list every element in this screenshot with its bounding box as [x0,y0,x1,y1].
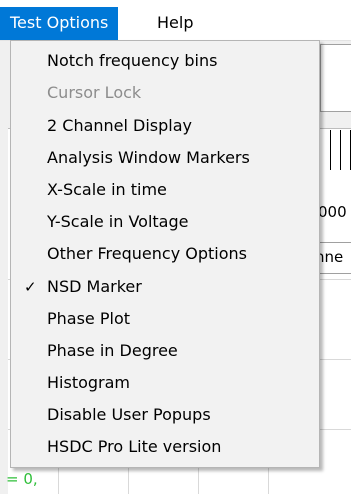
menu-item-notch-frequency-bins[interactable]: Notch frequency bins [11,46,319,76]
checkmark-icon: ✓ [24,278,37,296]
menu-item-hsdc-pro-lite-version[interactable]: HSDC Pro Lite version [11,432,319,462]
test-options-dropdown: Notch frequency bins Cursor Lock 2 Chann… [10,40,320,468]
menu-item-label: Notch frequency bins [47,51,218,70]
menu-item-label: Other Frequency Options [47,244,247,263]
menu-item-phase-plot[interactable]: Phase Plot [11,304,319,334]
menu-item-phase-in-degree[interactable]: Phase in Degree [11,336,319,366]
axis-tick [330,130,331,170]
menu-item-label: Y-Scale in Voltage [47,212,189,231]
menu-item-label: Phase Plot [47,309,131,328]
background-status-text: = 0, [6,470,38,488]
menu-item-2-channel-display[interactable]: 2 Channel Display [11,111,319,141]
menu-item-label: Phase in Degree [47,341,178,360]
background-axis-number: 000 [318,203,351,221]
menu-item-label: X-Scale in time [47,180,167,199]
menu-item-nsd-marker[interactable]: ✓ NSD Marker [11,272,319,302]
menu-item-label: Disable User Popups [47,405,211,424]
menu-item-label: Cursor Lock [47,83,142,102]
menu-item-analysis-window-markers[interactable]: Analysis Window Markers [11,143,319,173]
menu-help[interactable]: Help [147,7,203,40]
menu-item-other-frequency-options[interactable]: Other Frequency Options [11,239,319,269]
menu-item-x-scale-in-time[interactable]: X-Scale in time [11,175,319,205]
menu-item-label: 2 Channel Display [47,116,193,135]
menu-item-disable-user-popups[interactable]: Disable User Popups [11,400,319,430]
menu-item-cursor-lock: Cursor Lock [11,78,319,108]
menu-item-label: Histogram [47,373,130,392]
axis-tick [340,130,341,170]
menu-item-y-scale-in-voltage[interactable]: Y-Scale in Voltage [11,207,319,237]
menu-bar: Test Options Help [0,0,351,41]
menu-item-label: HSDC Pro Lite version [47,437,222,456]
menu-item-label: Analysis Window Markers [47,148,250,167]
menu-item-label: NSD Marker [47,277,142,296]
background-panel [320,44,351,112]
background-axis-ticks [328,130,351,170]
menu-test-options[interactable]: Test Options [0,7,119,40]
menu-item-histogram[interactable]: Histogram [11,368,319,398]
